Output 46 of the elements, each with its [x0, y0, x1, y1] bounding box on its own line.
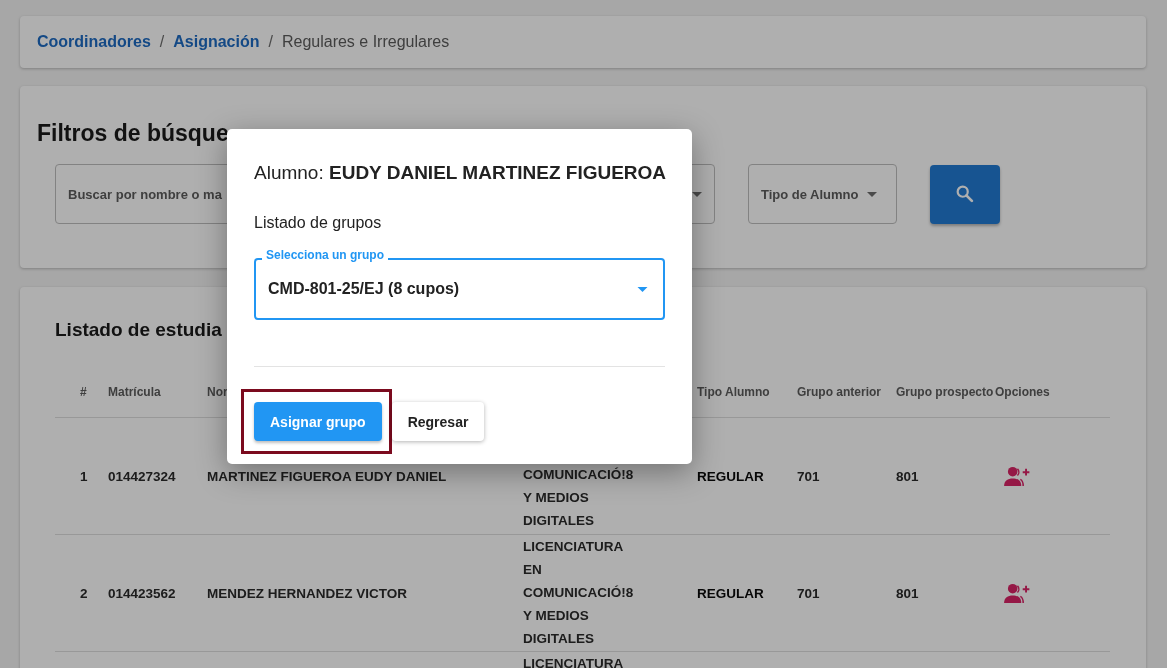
breadcrumb-separator: /	[268, 33, 273, 51]
back-button[interactable]: Regresar	[391, 402, 485, 441]
table-cell-text: 701	[797, 468, 821, 484]
table-cell-text: 014427324	[108, 468, 177, 484]
breadcrumb-current: Regulares e Irregulares	[281, 33, 450, 51]
search-button[interactable]	[930, 164, 1000, 224]
table-cell-text: 801	[896, 586, 920, 601]
section-title: Filtros de búsque	[37, 120, 230, 147]
table-cell-text: REGULAR	[697, 586, 765, 601]
field-label: Selecciona un grupo	[262, 248, 389, 262]
table-cell-text: 2	[79, 586, 89, 601]
assign-button[interactable]: Asignar grupo	[254, 402, 382, 441]
column-header: Grupo anterior	[797, 385, 882, 399]
table-cell-text: MENDEZ HERNANDEZ VICTOR	[207, 586, 408, 601]
table-cell-line: Y MEDIOS	[523, 489, 590, 507]
caret-icon	[637, 287, 648, 292]
caret-icon	[692, 191, 702, 197]
table-cell-text: 014423562	[108, 586, 177, 601]
table-cell-line: DIGITALES	[523, 630, 595, 648]
section-title: Listado de estudia	[55, 319, 223, 341]
breadcrumb-link[interactable]: Asignación	[173, 33, 260, 51]
add-user-icon[interactable]	[1003, 583, 1030, 604]
table-cell-line: EN	[523, 561, 543, 579]
table-cell-text: 1	[79, 468, 89, 484]
column-header: Nor	[207, 385, 229, 399]
column-header: #	[79, 385, 88, 399]
table-cell-line: Y MEDIOS	[523, 607, 590, 625]
table-cell-line: COMUNICACIÓ!8	[523, 584, 635, 602]
breadcrumb-separator: /	[159, 33, 165, 51]
student-type-select[interactable]: Tipo de Alumno	[748, 164, 897, 224]
caret-icon	[866, 191, 877, 197]
table-cell-line: DIGITALES	[523, 512, 595, 530]
table-cell-text: 801	[896, 468, 920, 484]
table-cell-text: 701	[797, 586, 821, 601]
column-header: Opciones	[995, 385, 1051, 399]
table-cell-line: LICENCIATURA	[523, 655, 625, 668]
search-icon	[954, 183, 976, 205]
column-header: Tipo Alumno	[697, 385, 771, 399]
table-cell-text: MARTINEZ FIGUEROA EUDY DANIEL	[207, 468, 448, 484]
table-cell-line: LICENCIATURA	[523, 538, 625, 556]
breadcrumb-link[interactable]: Coordinadores	[37, 33, 151, 51]
table-cell-text: REGULAR	[697, 468, 765, 484]
column-header: Matrícula	[108, 385, 162, 399]
column-header: Grupo prospecto	[896, 385, 995, 399]
table-cell-line: COMUNICACIÓ!8	[523, 466, 635, 484]
add-user-icon[interactable]	[1003, 465, 1030, 487]
